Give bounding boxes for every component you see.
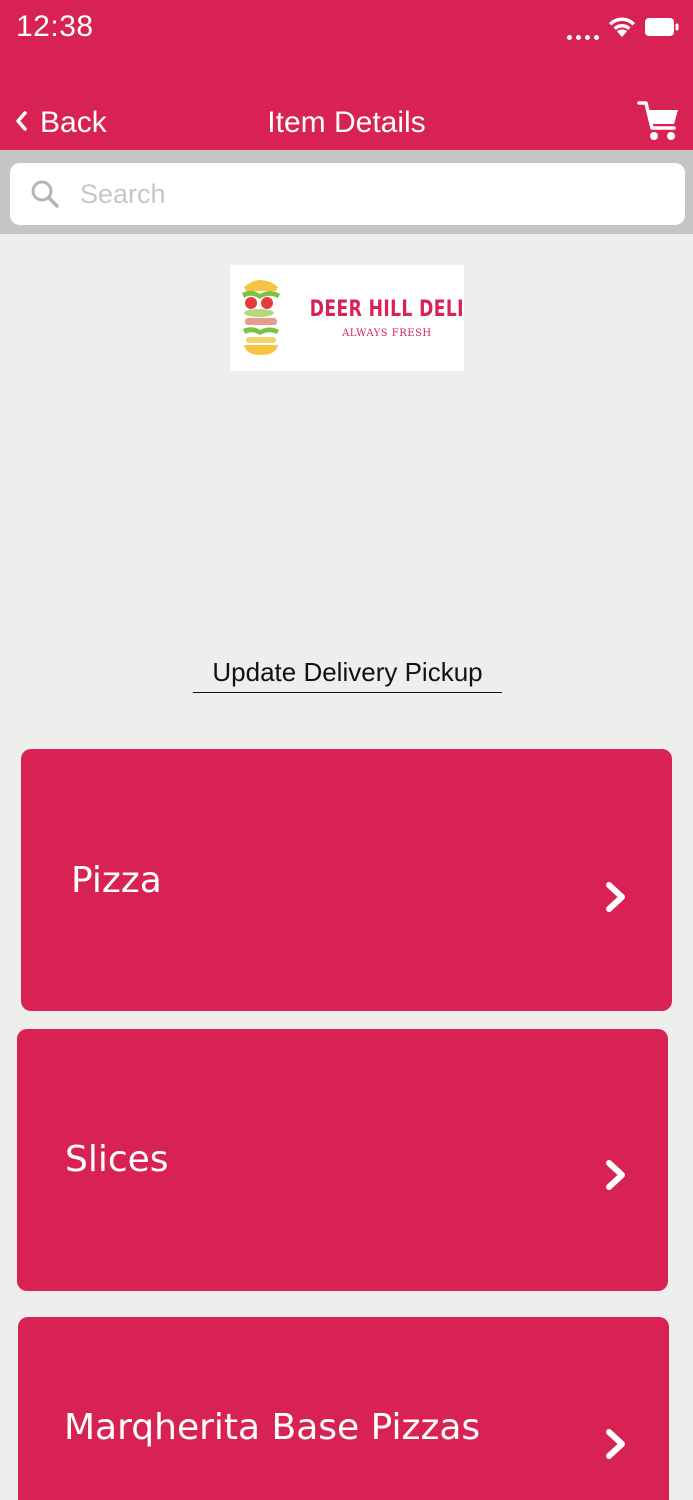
update-delivery-pickup-link[interactable]: Update Delivery Pickup [193, 657, 502, 693]
wifi-icon [607, 15, 637, 39]
chevron-right-icon [604, 1427, 628, 1465]
logo-text: DEER HILL DELI ALWAYS FRESH [288, 297, 486, 339]
status-icons [567, 14, 679, 40]
search-box[interactable] [10, 163, 685, 225]
category-pizza[interactable]: Pizza [21, 749, 672, 1011]
category-label: Marqherita Base Pizzas [64, 1407, 481, 1448]
category-slices[interactable]: Slices [17, 1029, 668, 1291]
battery-icon [645, 17, 679, 37]
cart-icon [637, 101, 681, 148]
signal-icon [567, 14, 599, 40]
cart-button[interactable] [637, 98, 681, 148]
category-label: Slices [65, 1139, 169, 1180]
search-icon [30, 179, 60, 209]
back-button[interactable]: Back [14, 106, 107, 140]
sandwich-icon [240, 275, 282, 361]
logo-name: DEER HILL DELI [309, 297, 464, 322]
back-label: Back [40, 106, 107, 139]
search-input[interactable] [80, 178, 620, 210]
logo-tagline: ALWAYS FRESH [342, 328, 432, 339]
chevron-right-icon [604, 880, 628, 918]
status-time: 12:38 [16, 10, 94, 43]
app-header: 12:38 Back Item Details [0, 0, 693, 150]
chevron-right-icon [604, 1158, 628, 1196]
category-marqherita-base-pizzas[interactable]: Marqherita Base Pizzas [18, 1317, 669, 1500]
search-bar [0, 150, 693, 234]
back-chevron-icon [14, 106, 28, 140]
category-label: Pizza [71, 860, 162, 901]
store-logo: DEER HILL DELI ALWAYS FRESH [230, 265, 464, 371]
